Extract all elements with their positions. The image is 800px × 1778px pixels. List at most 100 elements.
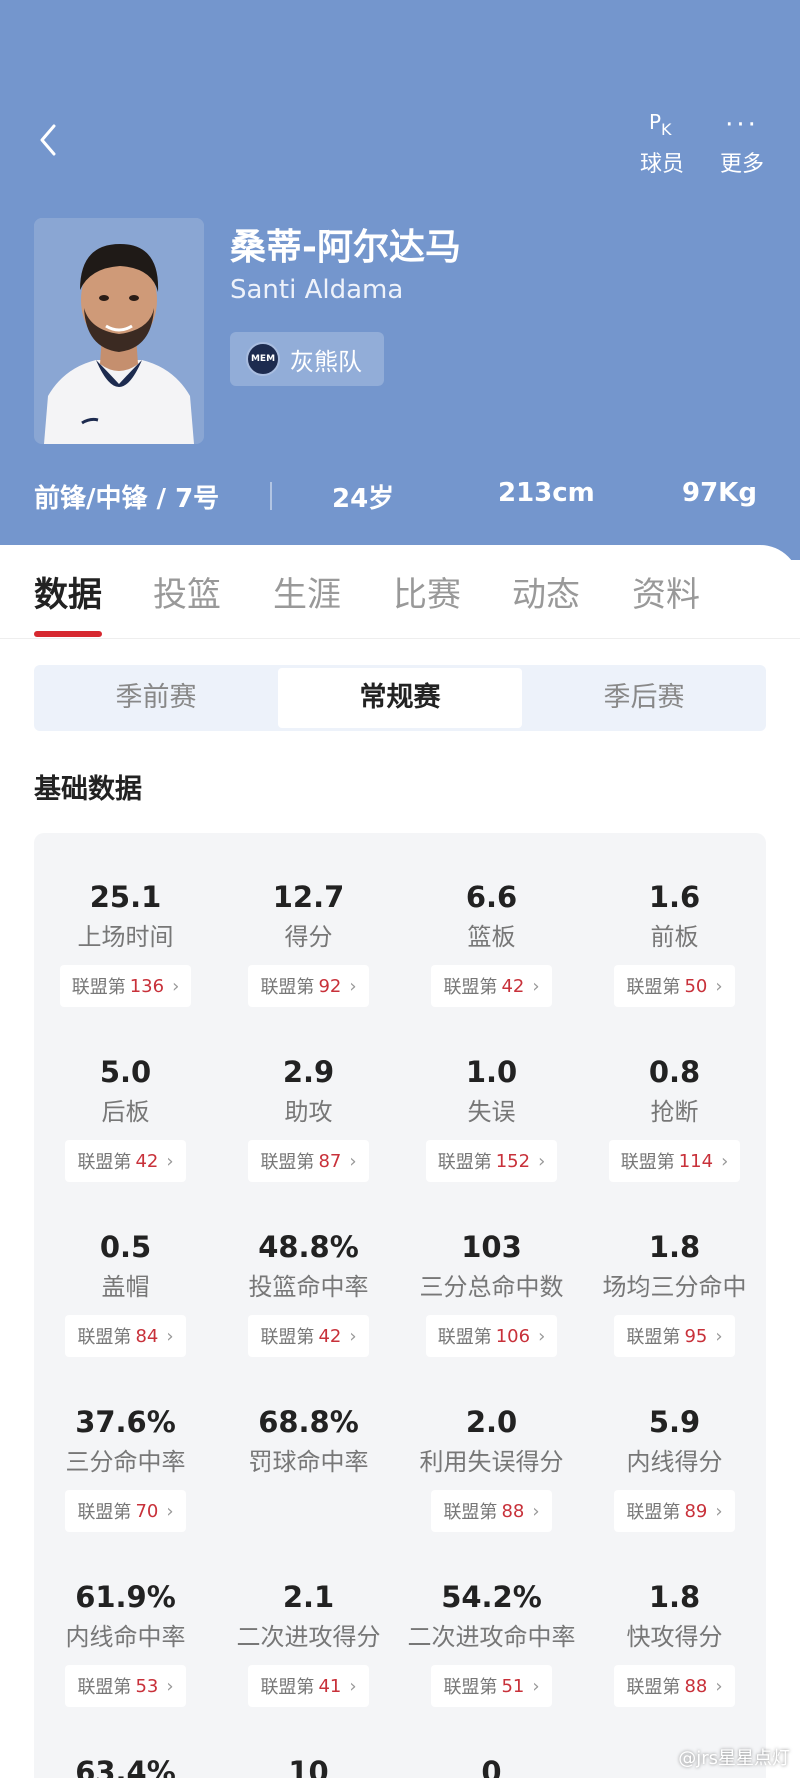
segment-playoffs[interactable]: 季后赛	[522, 665, 766, 731]
stat-name: 盖帽	[101, 1273, 150, 1301]
stat-value: 6.6	[465, 880, 518, 914]
chevron-right-icon: ›	[349, 1325, 357, 1347]
player-photo-icon	[34, 218, 204, 444]
league-rank-button[interactable]: 联盟第 50 ›	[614, 965, 735, 1007]
rank-number: 152	[495, 1150, 531, 1172]
rank-number: 88	[501, 1500, 525, 1522]
league-rank-button[interactable]: 联盟第 114 ›	[608, 1140, 741, 1182]
stat-item: 1.0 失误联盟第 152 ›	[400, 1052, 583, 1182]
rank-prefix: 联盟第	[443, 977, 498, 998]
team-name: 灰熊队	[290, 347, 362, 376]
rank-number: 42	[501, 975, 525, 997]
stat-name: 罚球命中率	[248, 1448, 369, 1476]
rank-prefix: 联盟第	[77, 1502, 132, 1523]
chevron-right-icon: ›	[532, 1500, 540, 1522]
league-rank-button[interactable]: 联盟第 106 ›	[425, 1315, 558, 1357]
info-divider	[270, 482, 272, 510]
stat-name: 失误	[467, 1098, 516, 1126]
stat-value: 10	[288, 1755, 329, 1778]
chevron-right-icon: ›	[721, 1150, 729, 1172]
rank-number: 106	[495, 1325, 531, 1347]
stat-item: 2.9 助攻 联盟第 87 ›	[217, 1052, 400, 1182]
rank-prefix: 联盟第	[77, 1152, 132, 1173]
stats-grid: 25.1 上场时间 联盟第 136 › 12.7 得分 联盟第 92 › 6.6 篮板 联盟第 42 › 1.…	[34, 833, 766, 1778]
stat-value: 1.8	[648, 1580, 701, 1614]
tab-games[interactable]: 比赛	[393, 567, 461, 616]
rank-number: 42	[135, 1150, 159, 1172]
chevron-right-icon: ›	[715, 1325, 723, 1347]
stat-name: 快攻得分	[626, 1623, 723, 1651]
rank-prefix: 联盟第	[626, 1327, 681, 1348]
league-rank-button[interactable]: 联盟第 152 ›	[425, 1140, 558, 1182]
league-rank-button[interactable]: 联盟第 136 ›	[59, 965, 192, 1007]
section-title: 基础数据	[34, 774, 142, 805]
rank-prefix: 联盟第	[626, 977, 681, 998]
league-rank-button[interactable]: 联盟第 88 ›	[614, 1665, 735, 1707]
chevron-right-icon: ›	[166, 1675, 174, 1697]
league-rank-button[interactable]: 联盟第 87 ›	[248, 1140, 369, 1182]
league-rank-button[interactable]: 联盟第 51 ›	[431, 1665, 552, 1707]
league-rank-button[interactable]: 联盟第 88 ›	[431, 1490, 552, 1532]
stat-name: 篮板	[467, 923, 516, 951]
rank-prefix: 联盟第	[77, 1677, 132, 1698]
player-age: 24岁	[332, 484, 395, 514]
chevron-right-icon: ›	[349, 1150, 357, 1172]
rank-number: 92	[318, 975, 342, 997]
league-rank-button[interactable]: 联盟第 42 ›	[248, 1315, 369, 1357]
stat-item: 54.2% 二次进攻命中率 联盟第 51 ›	[400, 1577, 583, 1707]
stat-item: 1.6 前板 联盟第 50 ›	[583, 877, 766, 1007]
stat-item: 1.8 快攻得分联盟第 88 ›	[583, 1577, 766, 1707]
league-rank-button[interactable]: 联盟第 84 ›	[65, 1315, 186, 1357]
stat-value: 12.7	[272, 880, 345, 914]
player-height: 213cm	[498, 478, 595, 508]
stat-value: 37.6%	[75, 1405, 176, 1439]
stat-item: 68.8% 罚球命中率	[217, 1402, 400, 1480]
league-rank-button[interactable]: 联盟第 42 ›	[65, 1140, 186, 1182]
segment-regular-season[interactable]: 常规赛	[278, 668, 522, 728]
tab-shooting[interactable]: 投篮	[153, 567, 221, 616]
tab-profile[interactable]: 资料	[632, 567, 700, 616]
rank-number: 50	[684, 975, 708, 997]
stat-value: 1.0	[465, 1055, 518, 1089]
stat-value: 0	[481, 1755, 502, 1778]
chevron-right-icon: ›	[532, 1675, 540, 1697]
league-rank-button[interactable]: 联盟第 41 ›	[248, 1665, 369, 1707]
pk-button[interactable]: P K 球员	[632, 108, 692, 178]
team-badge[interactable]: MEM 灰熊队	[230, 332, 384, 386]
watermark: @jrs星星点灯	[678, 1748, 790, 1769]
league-rank-button[interactable]: 联盟第 70 ›	[65, 1490, 186, 1532]
stat-name: 助攻	[284, 1098, 333, 1126]
tab-stats[interactable]: 数据	[34, 567, 102, 616]
stat-value: 68.8%	[258, 1405, 359, 1439]
rank-number: 53	[135, 1675, 159, 1697]
league-rank-button[interactable]: 联盟第 89 ›	[614, 1490, 735, 1532]
player-position: 前锋/中锋 / 7号	[34, 484, 220, 514]
stat-name: 三分命中率	[65, 1448, 186, 1476]
league-rank-button[interactable]: 联盟第 53 ›	[65, 1665, 186, 1707]
chevron-right-icon: ›	[715, 975, 723, 997]
stat-value: 54.2%	[441, 1580, 542, 1614]
stat-value: 63.4%	[75, 1755, 176, 1778]
chevron-right-icon: ›	[349, 975, 357, 997]
stat-item: 12.7 得分 联盟第 92 ›	[217, 877, 400, 1007]
stat-item: 10	[217, 1752, 400, 1778]
player-weight: 97Kg	[682, 478, 757, 508]
league-rank-button[interactable]: 联盟第 42 ›	[431, 965, 552, 1007]
stat-item: 61.9% 内线命中率 联盟第 53 ›	[34, 1577, 217, 1707]
stat-value: 61.9%	[75, 1580, 176, 1614]
stat-name: 前板	[650, 923, 699, 951]
more-button[interactable]: ··· 更多	[712, 108, 772, 178]
segment-preseason[interactable]: 季前赛	[34, 665, 278, 731]
tab-news[interactable]: 动态	[512, 567, 580, 616]
league-rank-button[interactable]: 联盟第 92 ›	[248, 965, 369, 1007]
rank-number: 51	[501, 1675, 525, 1697]
player-english-name: Santi Aldama	[230, 275, 404, 305]
back-button[interactable]	[34, 120, 64, 160]
tab-career[interactable]: 生涯	[273, 567, 341, 616]
season-type-selector: 季前赛 常规赛 季后赛	[34, 665, 766, 731]
stat-item: 63.4%	[34, 1752, 217, 1778]
rank-prefix: 联盟第	[443, 1502, 498, 1523]
league-rank-button[interactable]: 联盟第 95 ›	[614, 1315, 735, 1357]
stat-value: 25.1	[89, 880, 162, 914]
rank-prefix: 联盟第	[626, 1502, 681, 1523]
